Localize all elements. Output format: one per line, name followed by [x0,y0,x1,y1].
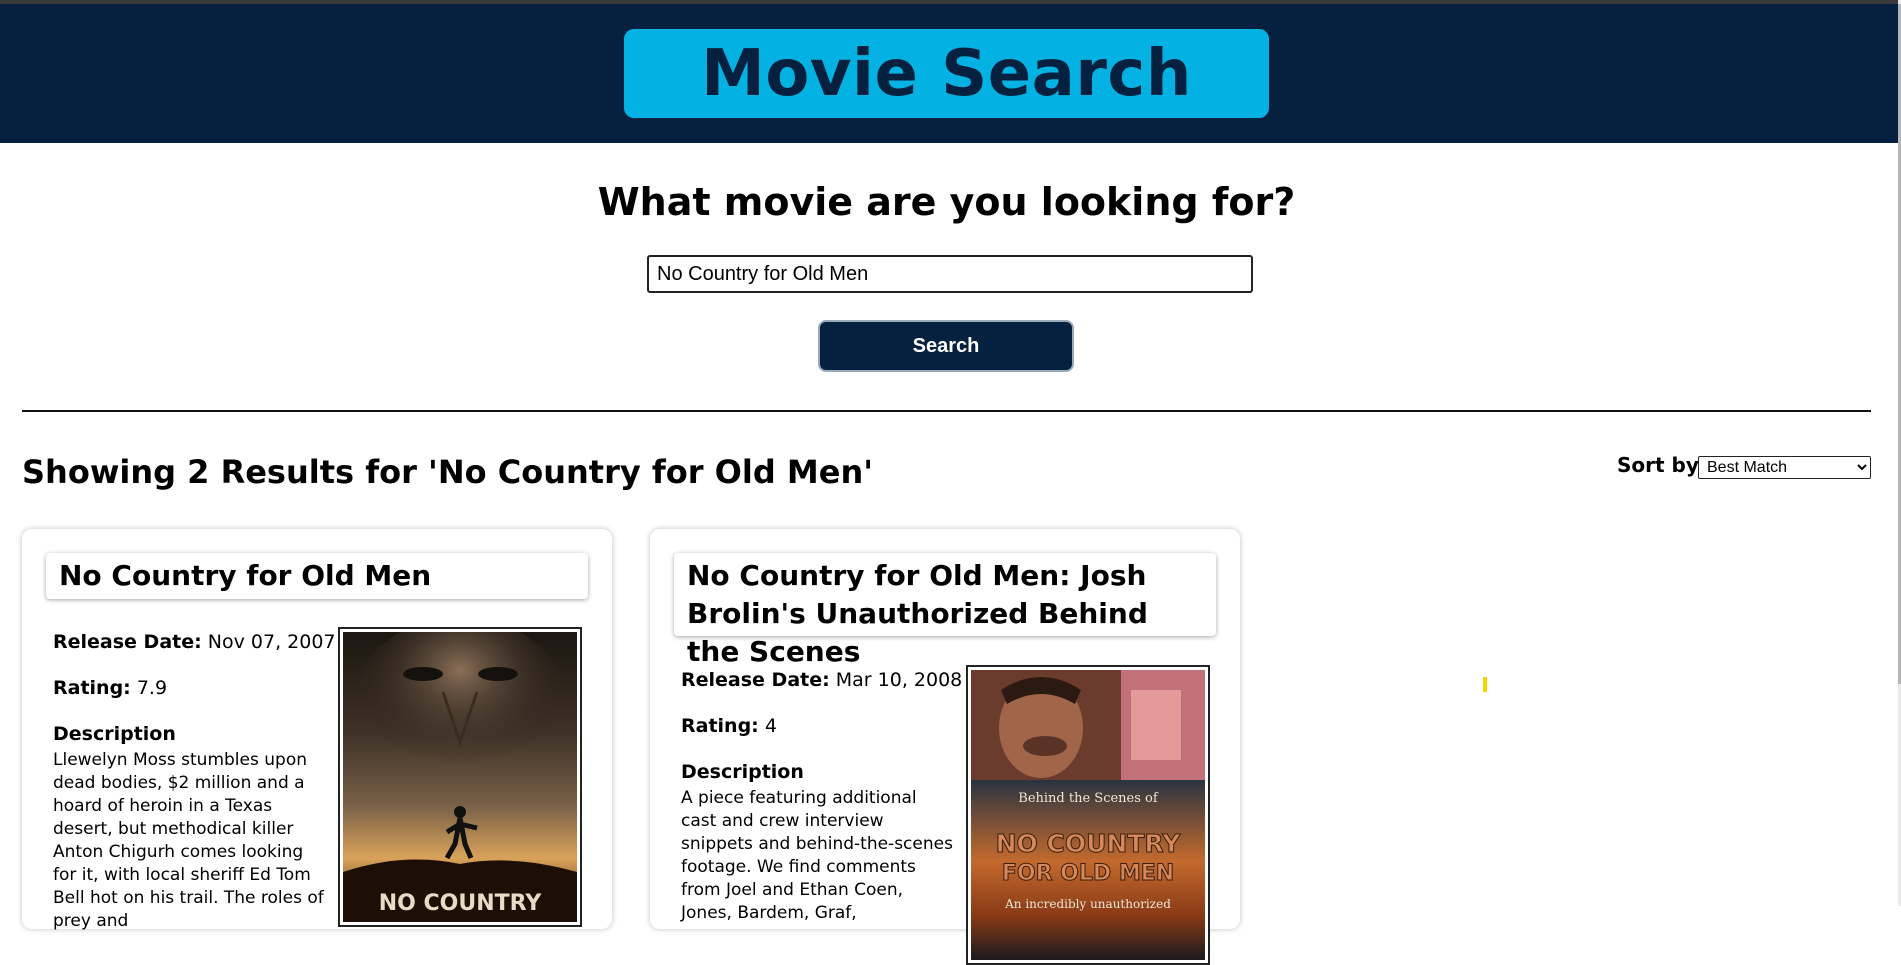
description-label: Description [53,723,176,745]
search-button[interactable]: Search [818,320,1074,372]
poster-text: NO COUNTRY [379,891,543,916]
rating-field: Rating: 4 [681,715,777,737]
description-label: Description [681,761,804,783]
cursor-marker [1483,677,1487,692]
poster-image: Behind the Scenes of NO COUNTRY FOR OLD … [971,670,1205,960]
poster-artwork: Behind the Scenes of NO COUNTRY FOR OLD … [971,670,1205,960]
release-date-value: Nov 07, 2007 [207,631,336,653]
movie-card[interactable]: No Country for Old Men: Josh Brolin's Un… [650,529,1240,965]
rating-value: 7.9 [136,677,168,699]
sort-select[interactable]: Best Match [1698,456,1871,479]
movie-poster[interactable]: Behind the Scenes of NO COUNTRY FOR OLD … [966,665,1210,965]
movie-poster[interactable]: NO COUNTRY [338,627,582,927]
rating-label: Rating: [53,677,131,699]
movie-card[interactable]: No Country for Old Men Release Date: Nov… [22,529,612,931]
description-text: Llewelyn Moss stumbles upon dead bodies,… [53,750,324,931]
rating-field: Rating: 7.9 [53,677,167,699]
description-text: A piece featuring additional cast and cr… [681,788,953,923]
movie-title-box: No Country for Old Men [46,553,588,599]
poster-top-text: Behind the Scenes of [1018,791,1159,806]
search-input[interactable] [647,255,1253,293]
poster-title-line-2: FOR OLD MEN [1002,861,1174,886]
page-title: Movie Search [701,36,1192,111]
results-heading: Showing 2 Results for 'No Country for Ol… [22,453,874,491]
movie-title-box: No Country for Old Men: Josh Brolin's Un… [674,553,1216,668]
movie-title[interactable]: No Country for Old Men [59,557,575,595]
release-date-label: Release Date: [53,631,202,653]
sort-label: Sort by: [1617,453,1707,477]
header-bar: Movie Search [0,4,1898,143]
rating-label: Rating: [681,715,759,737]
section-divider [22,410,1871,412]
poster-image: NO COUNTRY [343,632,577,922]
movie-title[interactable]: No Country for Old Men: Josh Brolin's Un… [687,557,1203,671]
release-date-value: Mar 10, 2008 [835,669,963,691]
rating-value: 4 [764,715,777,737]
poster-title-line-1: NO COUNTRY [996,829,1182,858]
release-date-field: Release Date: Nov 07, 2007 [53,631,336,653]
search-question: What movie are you looking for? [597,180,1296,224]
release-date-field: Release Date: Mar 10, 2008 [681,669,962,691]
poster-artwork: NO COUNTRY [343,632,577,922]
release-date-label: Release Date: [681,669,830,691]
title-banner: Movie Search [624,29,1269,118]
poster-bottom-text: An incredibly unauthorized [1004,897,1171,911]
